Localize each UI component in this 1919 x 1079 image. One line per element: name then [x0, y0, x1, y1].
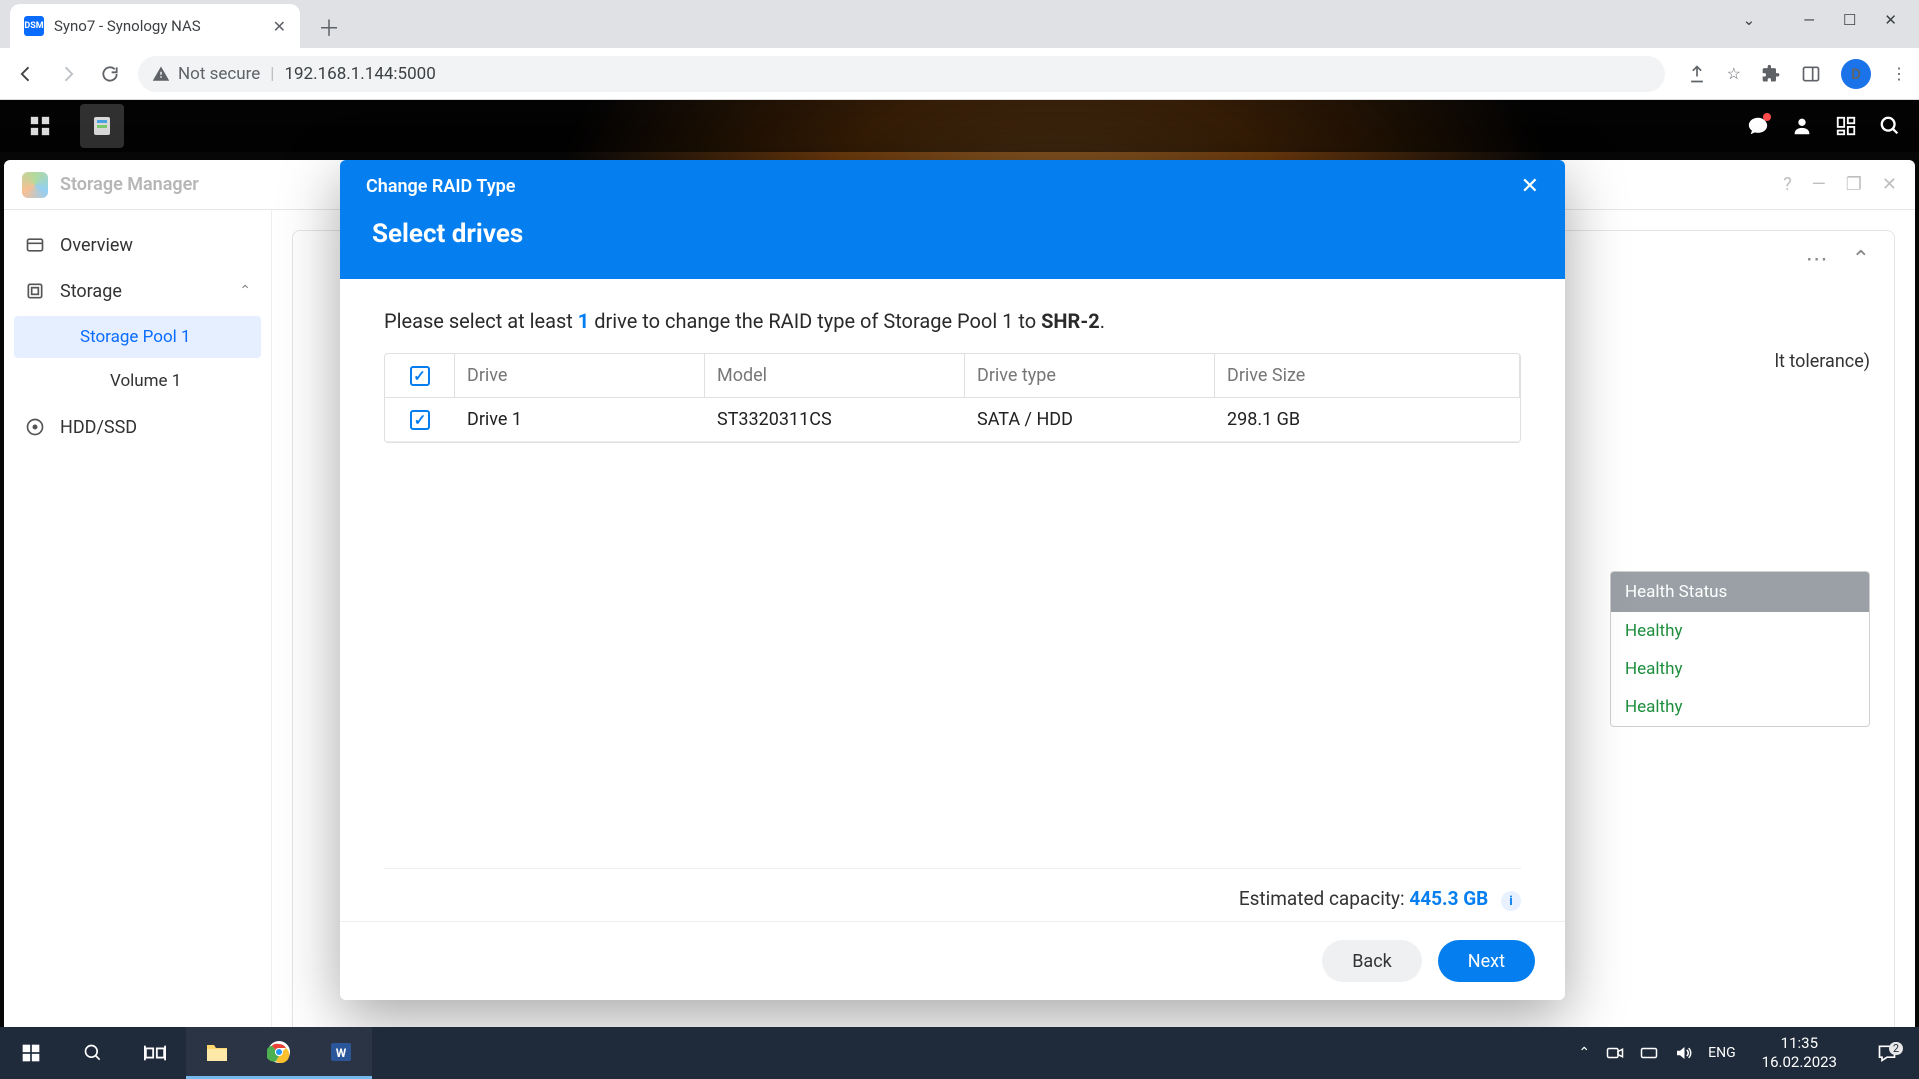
select-all-checkbox[interactable]	[410, 366, 430, 386]
capacity-info-icon[interactable]: i	[1501, 891, 1521, 911]
tray-volume-icon[interactable]	[1674, 1044, 1692, 1062]
col-type: Drive type	[965, 354, 1215, 397]
tray-date: 16.02.2023	[1762, 1053, 1837, 1072]
capacity-value: 445.3 GB	[1409, 887, 1488, 910]
reload-button[interactable]	[96, 60, 124, 88]
taskbar-word-icon[interactable]: W	[310, 1027, 372, 1079]
taskbar-chrome-icon[interactable]	[248, 1027, 310, 1079]
bookmark-icon[interactable]: ☆	[1727, 64, 1741, 83]
modal-footer: Back Next	[340, 921, 1565, 1000]
modal-close-icon[interactable]: ✕	[1521, 174, 1539, 199]
back-button[interactable]	[12, 60, 40, 88]
text: Please select at least	[384, 309, 578, 333]
dsm-desktop: Storage Manager ? ― ❐ ✕ Overview Sto	[0, 100, 1919, 1079]
select-all-cell[interactable]	[385, 354, 455, 397]
cell-size: 298.1 GB	[1215, 409, 1520, 430]
browser-toolbar: Not secure | 192.168.1.144:5000 ☆ D ⋮	[0, 48, 1919, 100]
window-minimize-icon[interactable]: ―	[1803, 11, 1815, 29]
tray-language[interactable]: ENG	[1708, 1045, 1735, 1061]
table-row[interactable]: Drive 1 ST3320311CS SATA / HDD 298.1 GB	[385, 398, 1520, 442]
start-button[interactable]	[0, 1027, 62, 1079]
modal-subtitle: Select drives	[340, 205, 1565, 279]
tray-clock[interactable]: 11:35 16.02.2023	[1752, 1034, 1847, 1072]
col-drive: Drive	[455, 354, 705, 397]
modal-instruction: Please select at least 1 drive to change…	[384, 309, 1521, 333]
tab-favicon: DSM	[24, 16, 44, 36]
cell-drive: Drive 1	[455, 409, 705, 430]
tray-input-icon[interactable]	[1640, 1044, 1658, 1062]
window-maximize-icon[interactable]: ☐	[1843, 11, 1856, 29]
text: .	[1100, 309, 1105, 333]
new-tab-button[interactable]: ＋	[312, 10, 346, 44]
tab-close-icon[interactable]: ✕	[273, 17, 286, 36]
change-raid-type-modal: Change RAID Type ✕ Select drives Please …	[340, 160, 1565, 1000]
tab-title: Syno7 - Synology NAS	[54, 17, 201, 35]
next-button[interactable]: Next	[1438, 940, 1535, 982]
table-header-row: Drive Model Drive type Drive Size	[385, 354, 1520, 398]
required-count: 1	[578, 309, 589, 333]
chrome-menu-icon[interactable]: ⋮	[1891, 64, 1907, 83]
warning-icon	[152, 65, 170, 83]
modal-title: Change RAID Type	[366, 176, 515, 197]
notification-badge: 2	[1889, 1042, 1903, 1055]
taskbar-explorer-icon[interactable]	[186, 1027, 248, 1079]
col-model: Model	[705, 354, 965, 397]
window-close-icon[interactable]: ✕	[1884, 11, 1897, 29]
modal-header: Change RAID Type ✕ Select drives	[340, 160, 1565, 279]
tray-meet-now-icon[interactable]	[1606, 1044, 1624, 1062]
col-size: Drive Size	[1215, 354, 1520, 397]
window-controls: ⌄ ― ☐ ✕	[1721, 0, 1919, 40]
search-button[interactable]	[62, 1027, 124, 1079]
text: drive to change the RAID type of Storage…	[589, 309, 1041, 333]
svg-text:W: W	[336, 1046, 347, 1060]
tray-chevron-icon[interactable]: ⌃	[1578, 1045, 1590, 1061]
security-label: Not secure	[178, 64, 260, 84]
task-view-button[interactable]	[124, 1027, 186, 1079]
row-checkbox[interactable]	[410, 410, 430, 430]
capacity-label: Estimated capacity:	[1239, 887, 1410, 910]
address-bar[interactable]: Not secure | 192.168.1.144:5000	[138, 56, 1665, 92]
forward-button[interactable]	[54, 60, 82, 88]
modal-body: Please select at least 1 drive to change…	[340, 279, 1565, 921]
windows-taskbar: W ⌃ ENG 11:35 16.02.2023 2	[0, 1027, 1919, 1079]
tab-search-icon[interactable]: ⌄	[1743, 11, 1756, 29]
tray-notifications-icon[interactable]: 2	[1863, 1043, 1911, 1063]
profile-avatar[interactable]: D	[1841, 59, 1871, 89]
sidepanel-icon[interactable]	[1801, 64, 1821, 84]
target-raid: SHR-2	[1041, 309, 1100, 333]
estimated-capacity: Estimated capacity: 445.3 GB i	[384, 868, 1521, 912]
cell-type: SATA / HDD	[965, 409, 1215, 430]
extensions-icon[interactable]	[1761, 64, 1781, 84]
url-text: 192.168.1.144:5000	[284, 64, 435, 84]
back-button[interactable]: Back	[1322, 940, 1422, 982]
tray-time: 11:35	[1762, 1034, 1837, 1053]
browser-titlebar: DSM Syno7 - Synology NAS ✕ ＋ ⌄ ― ☐ ✕	[0, 0, 1919, 48]
drive-table: Drive Model Drive type Drive Size Drive …	[384, 353, 1521, 443]
security-indicator[interactable]: Not secure	[152, 64, 260, 84]
share-icon[interactable]	[1687, 64, 1707, 84]
browser-tab[interactable]: DSM Syno7 - Synology NAS ✕	[10, 4, 300, 48]
cell-model: ST3320311CS	[705, 409, 965, 430]
